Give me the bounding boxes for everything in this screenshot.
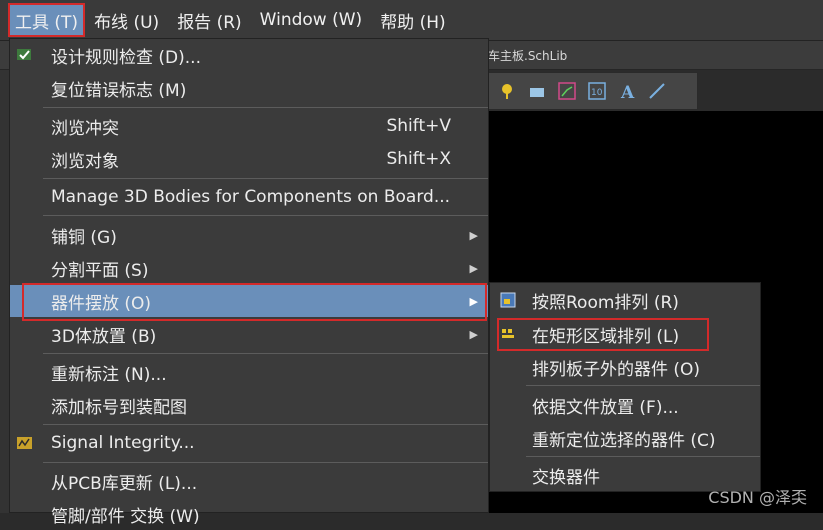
submenu-separator bbox=[526, 385, 760, 386]
ieee-symbol-icon[interactable]: 10 bbox=[587, 81, 607, 101]
signal-integrity-icon bbox=[16, 435, 34, 451]
line-tool-icon[interactable] bbox=[647, 81, 667, 101]
room-arrange-icon bbox=[500, 292, 516, 308]
menu-item-label: 复位错误标志 (M) bbox=[51, 80, 187, 101]
menu-item-manage-3d-bodies[interactable]: Manage 3D Bodies for Components on Board… bbox=[10, 181, 488, 213]
submenu-arrow-icon: ▶ bbox=[469, 228, 478, 242]
annotation-box-component-placement bbox=[22, 283, 487, 321]
menu-item-label: 设计规则检查 (D)... bbox=[51, 47, 201, 68]
menu-item-label: 重新标注 (N)... bbox=[51, 364, 167, 385]
menu-window[interactable]: Window (W) bbox=[251, 3, 372, 37]
menu-item-shortcut: Shift+V bbox=[386, 116, 451, 136]
watermark-text: CSDN @泽奀 bbox=[708, 488, 807, 507]
menu-item-label: 浏览冲突 bbox=[51, 118, 119, 139]
submenu-item-label: 排列板子外的器件 (O) bbox=[532, 359, 701, 380]
svg-text:10: 10 bbox=[591, 88, 603, 98]
menu-separator bbox=[43, 353, 488, 354]
menu-item-browse-objects[interactable]: 浏览对象 Shift+X bbox=[10, 143, 488, 175]
menu-bar: 工具 (T) 布线 (U) 报告 (R) Window (W) 帮助 (H) bbox=[0, 0, 823, 41]
submenu-item-reposition-selected[interactable]: 重新定位选择的器件 (C) bbox=[490, 422, 760, 454]
menu-item-pin-part-swap[interactable]: 管脚/部件 交换 (W) bbox=[10, 498, 488, 530]
document-tab[interactable]: 车主板.SchLib bbox=[488, 47, 567, 64]
menu-reports[interactable]: 报告 (R) bbox=[168, 3, 250, 37]
submenu-item-arrange-outside-board[interactable]: 排列板子外的器件 (O) bbox=[490, 351, 760, 383]
menu-item-label: 从PCB库更新 (L)... bbox=[51, 473, 198, 494]
submenu-separator bbox=[526, 456, 760, 457]
menu-item-re-annotate[interactable]: 重新标注 (N)... bbox=[10, 356, 488, 388]
menu-item-split-planes[interactable]: 分割平面 (S) ▶ bbox=[10, 252, 488, 284]
menu-item-polygon-pour[interactable]: 铺铜 (G) ▶ bbox=[10, 219, 488, 251]
menu-item-browse-violations[interactable]: 浏览冲突 Shift+V bbox=[10, 110, 488, 142]
menu-item-3d-body-placement[interactable]: 3D体放置 (B) ▶ bbox=[10, 318, 488, 350]
submenu-item-label: 依据文件放置 (F)... bbox=[532, 397, 679, 418]
menu-item-signal-integrity[interactable]: Signal Integrity... bbox=[10, 427, 488, 459]
menu-item-label: 浏览对象 bbox=[51, 151, 119, 172]
menu-item-add-designators-to-assembly[interactable]: 添加标号到装配图 bbox=[10, 389, 488, 421]
menu-tools[interactable]: 工具 (T) bbox=[8, 3, 86, 37]
menu-separator bbox=[43, 462, 488, 463]
menu-item-shortcut: Shift+X bbox=[386, 149, 451, 169]
rectangle-tool-icon[interactable] bbox=[527, 81, 547, 101]
menu-item-update-from-pcb-library[interactable]: 从PCB库更新 (L)... bbox=[10, 465, 488, 497]
menu-item-label: Manage 3D Bodies for Components on Board… bbox=[51, 187, 451, 207]
menu-item-label: Signal Integrity... bbox=[51, 433, 195, 453]
submenu-item-label: 交换器件 bbox=[532, 467, 600, 488]
submenu-item-label: 重新定位选择的器件 (C) bbox=[532, 430, 716, 451]
menu-help[interactable]: 帮助 (H) bbox=[371, 3, 454, 37]
menu-separator bbox=[43, 178, 488, 179]
menu-item-label: 分割平面 (S) bbox=[51, 260, 149, 281]
menu-separator bbox=[43, 215, 488, 216]
submenu-arrow-icon: ▶ bbox=[469, 327, 478, 341]
placement-toolbar: 10 A bbox=[488, 72, 698, 110]
menu-separator bbox=[43, 107, 488, 108]
menu-item-label: 添加标号到装配图 bbox=[51, 397, 187, 418]
menu-route[interactable]: 布线 (U) bbox=[85, 3, 168, 37]
pin-icon[interactable] bbox=[497, 81, 517, 101]
annotation-box-arrange-within-rectangle bbox=[497, 318, 709, 351]
menu-separator bbox=[43, 424, 488, 425]
menu-item-label: 铺铜 (G) bbox=[51, 227, 117, 248]
component-placement-submenu: 按照Room排列 (R) 在矩形区域排列 (L) 排列板子外的器件 (O) 依据… bbox=[489, 282, 761, 492]
submenu-item-label: 按照Room排列 (R) bbox=[532, 292, 679, 313]
menu-item-label: 管脚/部件 交换 (W) bbox=[51, 506, 200, 527]
menu-item-reset-error-markers[interactable]: 复位错误标志 (M) bbox=[10, 72, 488, 104]
menu-item-design-rule-check[interactable]: 设计规则检查 (D)... bbox=[10, 39, 488, 71]
text-tool-icon[interactable]: A bbox=[617, 81, 637, 101]
tools-dropdown-menu: 设计规则检查 (D)... 复位错误标志 (M) 浏览冲突 Shift+V 浏览… bbox=[9, 38, 489, 527]
svg-text:A: A bbox=[620, 83, 635, 100]
submenu-item-place-from-file[interactable]: 依据文件放置 (F)... bbox=[490, 389, 760, 421]
submenu-item-arrange-within-room[interactable]: 按照Room排列 (R) bbox=[490, 284, 760, 316]
polyline-tool-icon[interactable] bbox=[557, 81, 577, 101]
design-rule-check-icon bbox=[16, 47, 34, 63]
menu-item-label: 3D体放置 (B) bbox=[51, 326, 157, 347]
submenu-arrow-icon: ▶ bbox=[469, 261, 478, 275]
